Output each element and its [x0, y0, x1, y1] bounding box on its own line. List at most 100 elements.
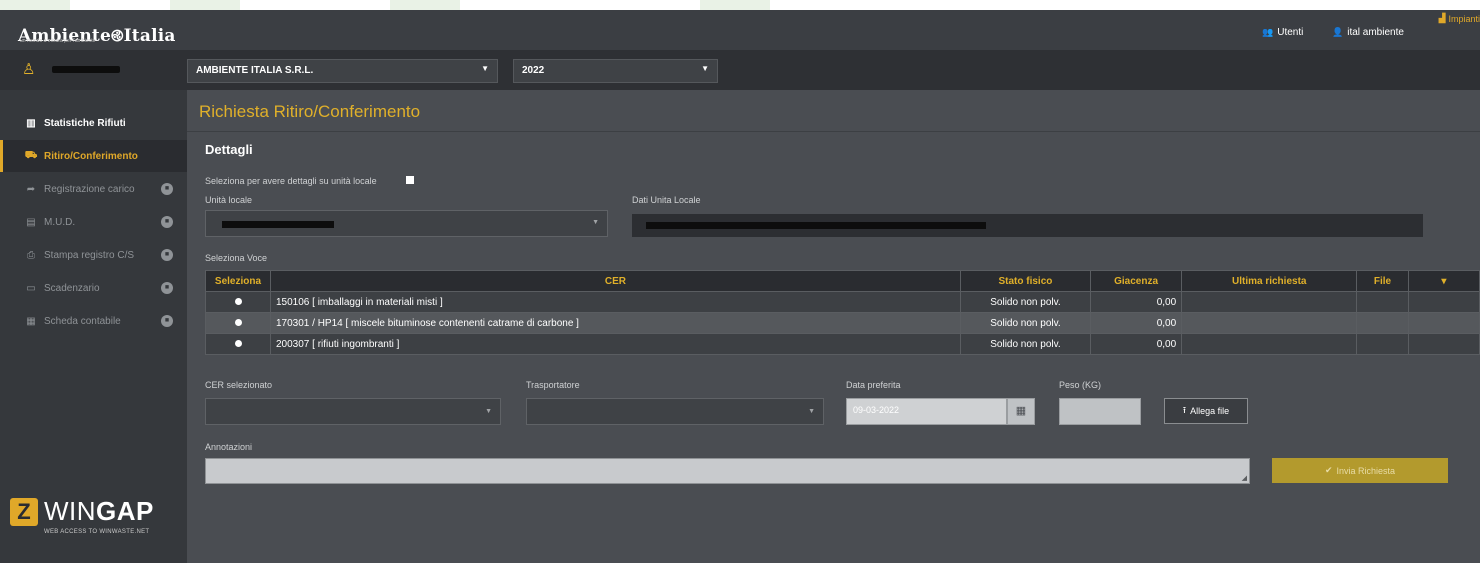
cell-stato-fisico: Solido non polv. — [959, 333, 1091, 355]
company-select[interactable]: AMBIENTE ITALIA S.R.L. ▼ — [187, 59, 498, 83]
factory-icon: ▟ — [1438, 13, 1446, 23]
sidebar-item-ritiro[interactable]: ⛟ Ritiro/Conferimento — [0, 140, 187, 172]
preferred-date-input[interactable]: 09-03-2022 — [846, 398, 1007, 425]
context-toolbar: ♙ AMBIENTE ITALIA S.R.L. ▼ 2022 ▼ — [0, 50, 1480, 90]
col-menu-chevron-icon[interactable]: ▾ — [1407, 270, 1480, 292]
redacted-username — [52, 66, 120, 73]
top-strip-mark — [0, 0, 70, 10]
top-strip — [0, 0, 1480, 10]
cell-ultima-richiesta — [1181, 333, 1358, 355]
share-arrow-icon: ➦ — [26, 183, 36, 195]
transporter-select[interactable]: ▼ — [526, 398, 824, 425]
col-header-file[interactable]: File — [1356, 270, 1409, 292]
send-request-label: Invia Richiesta — [1336, 465, 1396, 476]
top-strip-mark — [170, 0, 240, 10]
col-header-cer[interactable]: CER — [270, 270, 961, 292]
col-header-ultima-richiesta[interactable]: Ultima richiesta — [1181, 270, 1358, 292]
local-unit-checkbox[interactable] — [406, 176, 414, 184]
year-select-value: 2022 — [522, 65, 545, 76]
account-label: ital ambiente — [1347, 27, 1404, 38]
chevron-down-icon: ▼ — [808, 408, 815, 415]
local-unit-label: Unità locale — [205, 195, 253, 205]
weight-input[interactable] — [1059, 398, 1141, 425]
calendar-icon[interactable]: ▦ — [1007, 398, 1035, 425]
sidebar-item-label: Registrazione carico — [44, 183, 135, 195]
col-header-giacenza[interactable]: Giacenza — [1089, 270, 1183, 292]
sidebar-item-label: Ritiro/Conferimento — [44, 150, 138, 162]
local-unit-data-field — [632, 214, 1423, 237]
brand-name-light: WIN — [44, 496, 97, 526]
user-icon: 👤 — [1332, 27, 1344, 37]
bar-chart-icon: ▥ — [26, 117, 36, 129]
resize-grip-icon[interactable]: ◢ — [1242, 474, 1247, 482]
row-radio[interactable] — [205, 291, 271, 313]
sidebar-item-scheda[interactable]: ▦ Scheda contabile ■ — [0, 305, 187, 337]
row-radio[interactable] — [205, 312, 271, 334]
table-row[interactable]: 150106 [ imballaggi in materiali misti ]… — [205, 291, 1480, 313]
row-radio[interactable] — [205, 333, 271, 355]
person-outline-icon: ♙ — [22, 61, 36, 78]
redacted-local-unit — [222, 221, 334, 228]
select-entry-label: Seleziona Voce — [205, 253, 268, 263]
printer-icon: ⎙ — [27, 249, 35, 261]
table-row[interactable]: 170301 / HP14 [ miscele bituminose conte… — [205, 312, 1480, 334]
col-header-seleziona[interactable]: Seleziona — [205, 270, 271, 292]
cell-giacenza: 0,00 — [1089, 312, 1183, 334]
impianti-link[interactable]: ▟ Impianti — [1439, 13, 1480, 24]
cer-selected-select[interactable]: ▼ — [205, 398, 501, 425]
cer-selected-label: CER selezionato — [205, 380, 273, 390]
local-unit-checkbox-label: Seleziona per avere dettagli su unità lo… — [205, 176, 377, 186]
lock-icon: ■ — [161, 249, 173, 261]
sidebar-item-label: Stampa registro C/S — [44, 249, 135, 261]
attach-file-button[interactable]: ⭱ Allega file — [1164, 398, 1248, 424]
chevron-down-icon: ▼ — [701, 64, 709, 73]
radio-dot-icon — [234, 297, 242, 305]
send-request-button[interactable]: ✔ Invia Richiesta — [1272, 458, 1448, 483]
cell-ultima-richiesta — [1181, 291, 1358, 313]
sidebar: ▥ Statistiche Rifiuti ⛟ Ritiro/Conferime… — [0, 90, 187, 563]
table-row[interactable]: 200307 [ rifiuti ingombranti ] Solido no… — [205, 333, 1480, 355]
check-icon: ✔ — [1324, 465, 1333, 475]
chevron-down-icon: ▼ — [485, 408, 492, 415]
sidebar-item-label: M.U.D. — [44, 216, 76, 228]
radio-dot-icon — [234, 318, 242, 326]
notes-label: Annotazioni — [205, 442, 253, 452]
cer-table: Seleziona CER Stato fisico Giacenza Ulti… — [205, 270, 1480, 355]
upload-icon: ⭱ — [1182, 405, 1187, 415]
chevron-down-icon: ▼ — [481, 64, 489, 73]
logo-swirl-icon: ࿋ — [110, 26, 124, 45]
sidebar-item-mud[interactable]: ▤ M.U.D. ■ — [0, 206, 187, 238]
sidebar-item-stampa[interactable]: ⎙ Stampa registro C/S ■ — [0, 239, 187, 271]
cell-extra — [1407, 312, 1480, 334]
redacted-local-unit-data — [646, 222, 986, 229]
transporter-label: Trasportatore — [526, 380, 580, 390]
logo-tagline: un mondo a misura per l'ambiente — [20, 38, 96, 44]
sidebar-item-statistiche[interactable]: ▥ Statistiche Rifiuti — [0, 107, 187, 139]
local-unit-select[interactable]: ▼ — [205, 210, 608, 237]
app-header: Ambiente࿋Italia un mondo a misura per l'… — [0, 10, 1480, 50]
ledger-icon: ▦ — [26, 315, 36, 327]
page-title: Richiesta Ritiro/Conferimento — [199, 102, 421, 121]
weight-label: Peso (KG) — [1059, 380, 1102, 390]
radio-dot-icon — [234, 339, 242, 347]
users-link[interactable]: 👥 Utenti — [1262, 27, 1303, 38]
users-icon: 👥 — [1262, 27, 1274, 37]
sidebar-item-registrazione[interactable]: ➦ Registrazione carico ■ — [0, 173, 187, 205]
cell-extra — [1407, 291, 1480, 313]
preferred-date-label: Data preferita — [846, 380, 901, 390]
company-select-value: AMBIENTE ITALIA S.R.L. — [196, 65, 314, 76]
lock-icon: ■ — [161, 282, 173, 294]
notes-textarea[interactable]: ◢ — [205, 458, 1250, 484]
brand-name: WINGAP — [44, 496, 154, 527]
year-select[interactable]: 2022 ▼ — [513, 59, 718, 83]
lock-icon: ■ — [161, 315, 173, 327]
col-header-stato-fisico[interactable]: Stato fisico — [959, 270, 1091, 292]
sidebar-item-scadenzario[interactable]: ▭ Scadenzario ■ — [0, 272, 187, 304]
cell-file — [1356, 291, 1409, 313]
local-unit-data-label: Dati Unita Locale — [632, 195, 701, 205]
brand-tagline: WEB ACCESS TO WINWASTE.NET — [44, 529, 150, 535]
preferred-date-value: 09-03-2022 — [853, 405, 900, 415]
cell-extra — [1407, 333, 1480, 355]
sidebar-item-label: Statistiche Rifiuti — [44, 117, 126, 129]
account-link[interactable]: 👤 ital ambiente — [1332, 27, 1404, 38]
